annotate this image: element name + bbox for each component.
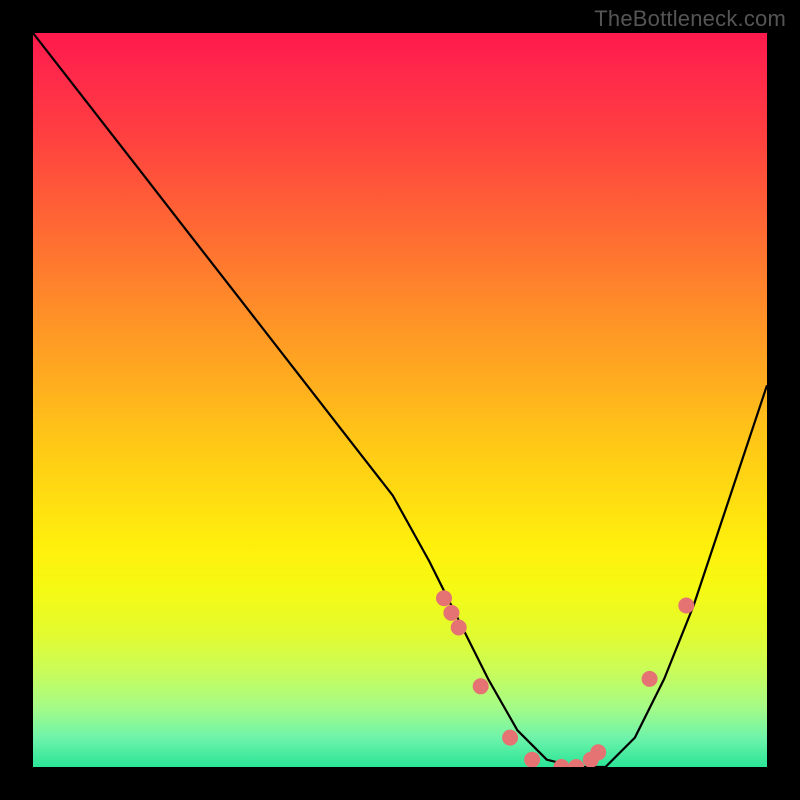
- bottleneck-curve: [33, 33, 767, 767]
- highlight-dot: [524, 752, 540, 767]
- chart-overlay: [33, 33, 767, 767]
- highlight-dot: [678, 598, 694, 614]
- highlight-dot: [554, 759, 570, 767]
- highlight-dot: [642, 671, 658, 687]
- highlight-dot: [443, 605, 459, 621]
- highlight-dot: [568, 759, 584, 767]
- highlight-dots: [436, 590, 694, 767]
- highlight-dot: [436, 590, 452, 606]
- highlight-dot: [502, 730, 518, 746]
- highlight-dot: [473, 678, 489, 694]
- highlight-dot: [451, 620, 467, 636]
- watermark-text: TheBottleneck.com: [594, 6, 786, 32]
- highlight-dot: [590, 744, 606, 760]
